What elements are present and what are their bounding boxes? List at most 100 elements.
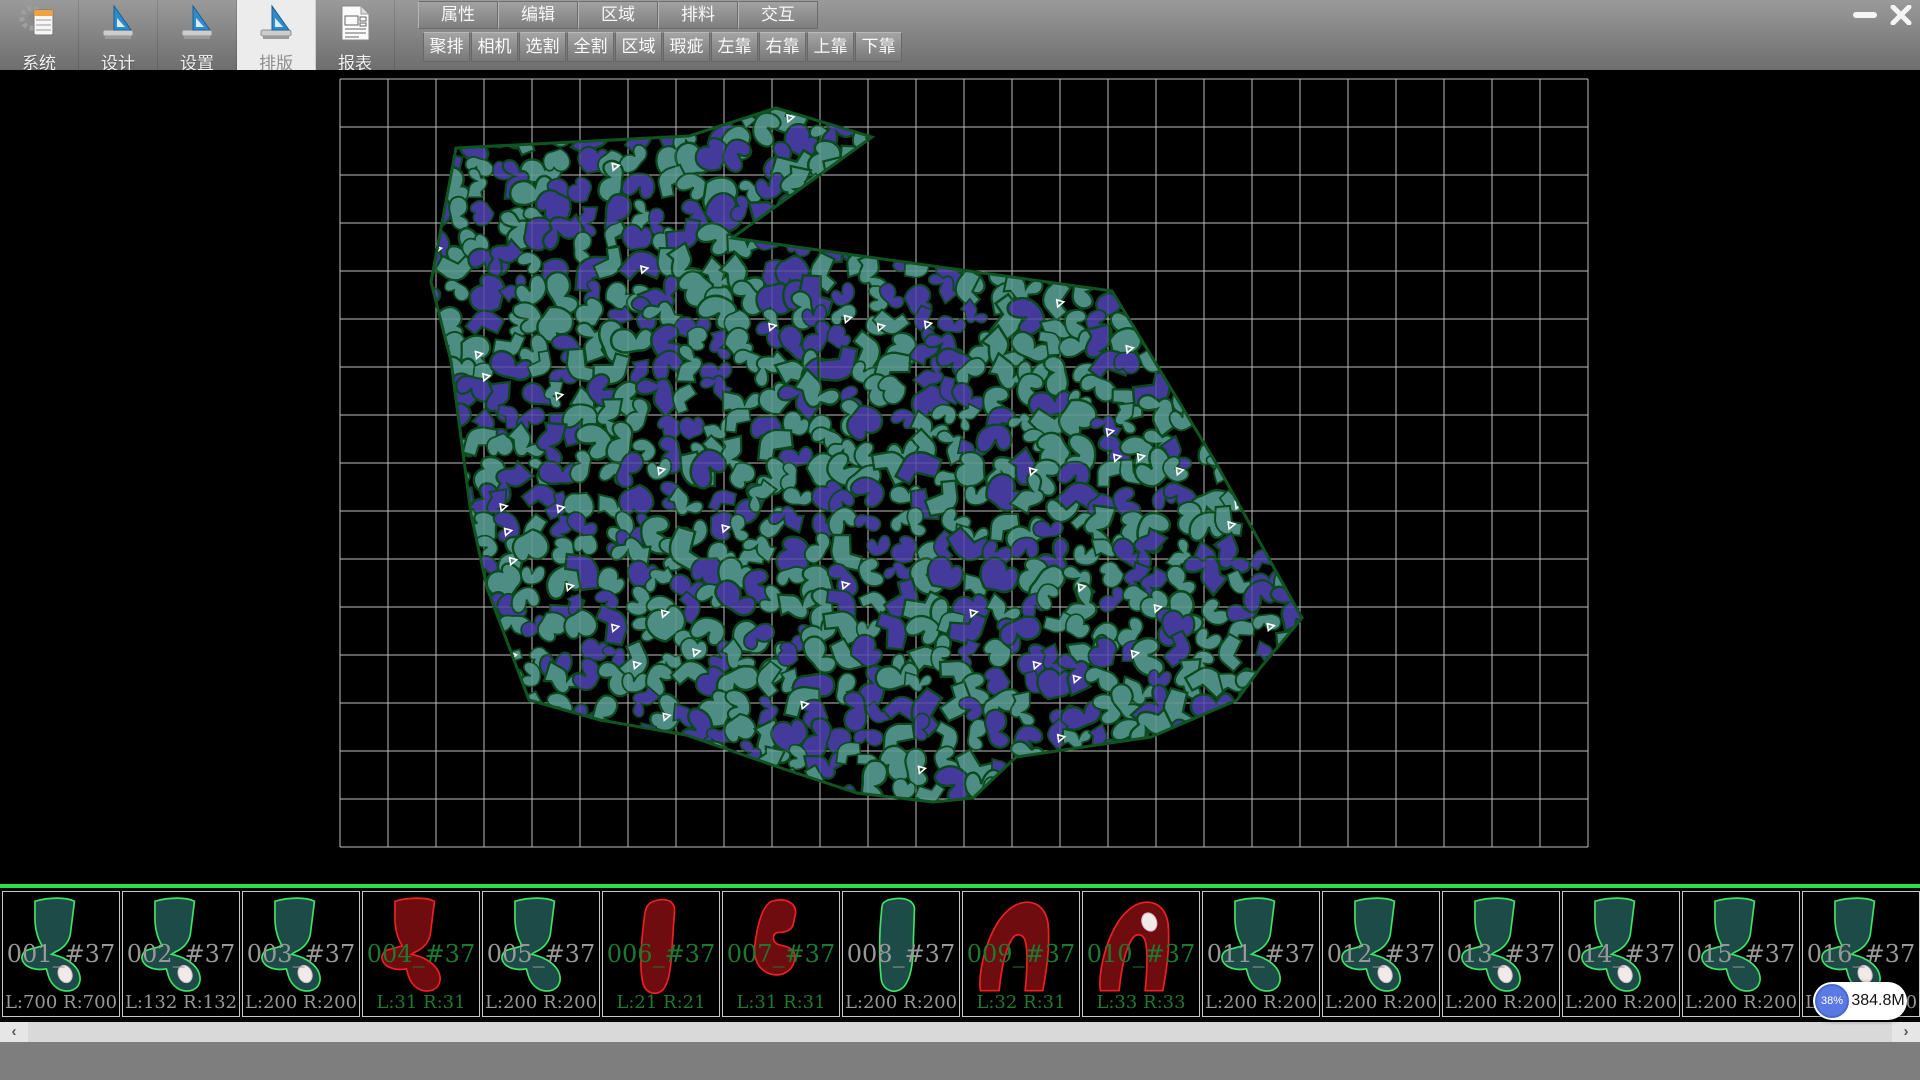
piece[interactable] bbox=[1270, 239, 1313, 281]
piece[interactable] bbox=[1159, 190, 1209, 238]
piece[interactable] bbox=[834, 178, 865, 209]
piece[interactable] bbox=[967, 126, 1002, 160]
piece[interactable] bbox=[1007, 87, 1052, 133]
piece[interactable] bbox=[518, 767, 549, 799]
piece[interactable] bbox=[888, 533, 919, 567]
piece[interactable] bbox=[1265, 297, 1297, 325]
piece[interactable] bbox=[413, 384, 443, 418]
piece[interactable] bbox=[723, 773, 767, 808]
piece[interactable] bbox=[519, 563, 546, 587]
piece[interactable] bbox=[1213, 348, 1255, 392]
piece[interactable] bbox=[1162, 743, 1213, 792]
piece[interactable] bbox=[1031, 96, 1074, 137]
tool-button-5[interactable]: 瑕疵 bbox=[663, 32, 710, 62]
piece[interactable] bbox=[975, 422, 1012, 454]
piece[interactable] bbox=[936, 124, 964, 150]
piece[interactable] bbox=[1164, 247, 1210, 282]
piece[interactable] bbox=[1250, 492, 1291, 528]
piece[interactable] bbox=[1088, 771, 1123, 804]
piece[interactable] bbox=[469, 705, 500, 727]
piece[interactable] bbox=[1216, 404, 1248, 448]
piece[interactable] bbox=[1217, 295, 1256, 339]
tool-button-9[interactable]: 下靠 bbox=[855, 32, 902, 62]
piece[interactable] bbox=[410, 114, 457, 158]
menu-item-2[interactable]: 区域 bbox=[578, 1, 658, 29]
piece[interactable] bbox=[459, 762, 503, 802]
piece[interactable] bbox=[1215, 769, 1257, 814]
piece[interactable] bbox=[973, 138, 1017, 179]
thumbnail-cell-9[interactable]: 009_#37L:32 R:31 bbox=[962, 891, 1080, 1017]
menu-item-3[interactable]: 排料 bbox=[658, 1, 738, 29]
launcher-report-button[interactable]: 报表 bbox=[316, 0, 395, 70]
piece[interactable] bbox=[1263, 219, 1308, 263]
piece[interactable] bbox=[442, 277, 472, 303]
piece[interactable] bbox=[1183, 192, 1223, 233]
piece[interactable] bbox=[1090, 148, 1123, 172]
piece[interactable] bbox=[1253, 279, 1284, 309]
piece[interactable] bbox=[828, 301, 859, 329]
piece[interactable] bbox=[934, 147, 976, 184]
thumbnail-cell-13[interactable]: 013_#37L:200 R:200 bbox=[1442, 891, 1560, 1017]
piece[interactable] bbox=[1008, 202, 1044, 234]
piece[interactable] bbox=[416, 326, 439, 365]
piece[interactable] bbox=[1117, 129, 1151, 160]
piece[interactable] bbox=[1077, 226, 1118, 269]
piece[interactable] bbox=[1243, 705, 1279, 751]
thumbnail-cell-2[interactable]: 002_#37L:132 R:132 bbox=[122, 891, 240, 1017]
piece[interactable] bbox=[963, 194, 993, 222]
piece[interactable] bbox=[1238, 165, 1287, 214]
piece[interactable] bbox=[1195, 229, 1222, 262]
piece[interactable] bbox=[514, 91, 543, 127]
piece[interactable] bbox=[1275, 86, 1319, 129]
piece[interactable] bbox=[465, 197, 497, 230]
piece[interactable] bbox=[421, 689, 450, 722]
piece[interactable] bbox=[1278, 720, 1301, 756]
piece[interactable] bbox=[857, 557, 884, 588]
piece[interactable] bbox=[1094, 558, 1127, 591]
piece[interactable] bbox=[880, 118, 925, 158]
piece[interactable] bbox=[1272, 530, 1301, 561]
piece[interactable] bbox=[818, 345, 858, 381]
piece[interactable] bbox=[965, 141, 995, 172]
piece[interactable] bbox=[1272, 373, 1305, 403]
launcher-nesting-button[interactable]: 排版 bbox=[237, 0, 316, 70]
piece[interactable] bbox=[1159, 296, 1195, 336]
piece[interactable] bbox=[1264, 751, 1316, 794]
piece[interactable] bbox=[1058, 90, 1091, 126]
thumbnail-cell-7[interactable]: 007_#37L:31 R:31 bbox=[722, 891, 840, 1017]
close-button[interactable] bbox=[1886, 4, 1916, 26]
piece[interactable] bbox=[1067, 140, 1103, 176]
piece[interactable] bbox=[1043, 751, 1073, 774]
piece[interactable] bbox=[1248, 298, 1293, 346]
piece[interactable] bbox=[1273, 682, 1311, 714]
piece[interactable] bbox=[402, 668, 444, 708]
piece[interactable] bbox=[445, 585, 477, 621]
piece[interactable] bbox=[528, 80, 579, 126]
thumbnail-cell-4[interactable]: 004_#37L:31 R:31 bbox=[362, 891, 480, 1017]
piece[interactable] bbox=[688, 766, 731, 808]
piece[interactable] bbox=[1248, 256, 1286, 291]
piece[interactable] bbox=[524, 742, 551, 767]
piece[interactable] bbox=[1194, 125, 1230, 169]
piece[interactable] bbox=[602, 765, 627, 795]
piece[interactable] bbox=[1241, 329, 1275, 364]
piece[interactable] bbox=[494, 692, 525, 736]
piece[interactable] bbox=[866, 535, 891, 556]
piece[interactable] bbox=[1210, 276, 1262, 322]
piece[interactable] bbox=[967, 223, 998, 249]
piece[interactable] bbox=[1120, 180, 1144, 207]
piece[interactable] bbox=[904, 197, 935, 217]
piece[interactable] bbox=[854, 514, 882, 532]
tool-button-6[interactable]: 左靠 bbox=[711, 32, 758, 62]
piece[interactable] bbox=[1108, 246, 1144, 278]
thumbnail-cell-14[interactable]: 014_#37L:200 R:200 bbox=[1562, 891, 1680, 1017]
piece[interactable] bbox=[1211, 377, 1253, 417]
piece[interactable] bbox=[1248, 734, 1286, 769]
piece[interactable] bbox=[1191, 303, 1220, 330]
piece[interactable] bbox=[1201, 715, 1229, 741]
piece[interactable] bbox=[1114, 740, 1155, 778]
piece[interactable] bbox=[414, 609, 445, 642]
nesting-canvas[interactable] bbox=[0, 70, 1920, 884]
piece[interactable] bbox=[1245, 456, 1272, 480]
progress-badge[interactable]: 38% 384.8M bbox=[1813, 982, 1907, 1020]
